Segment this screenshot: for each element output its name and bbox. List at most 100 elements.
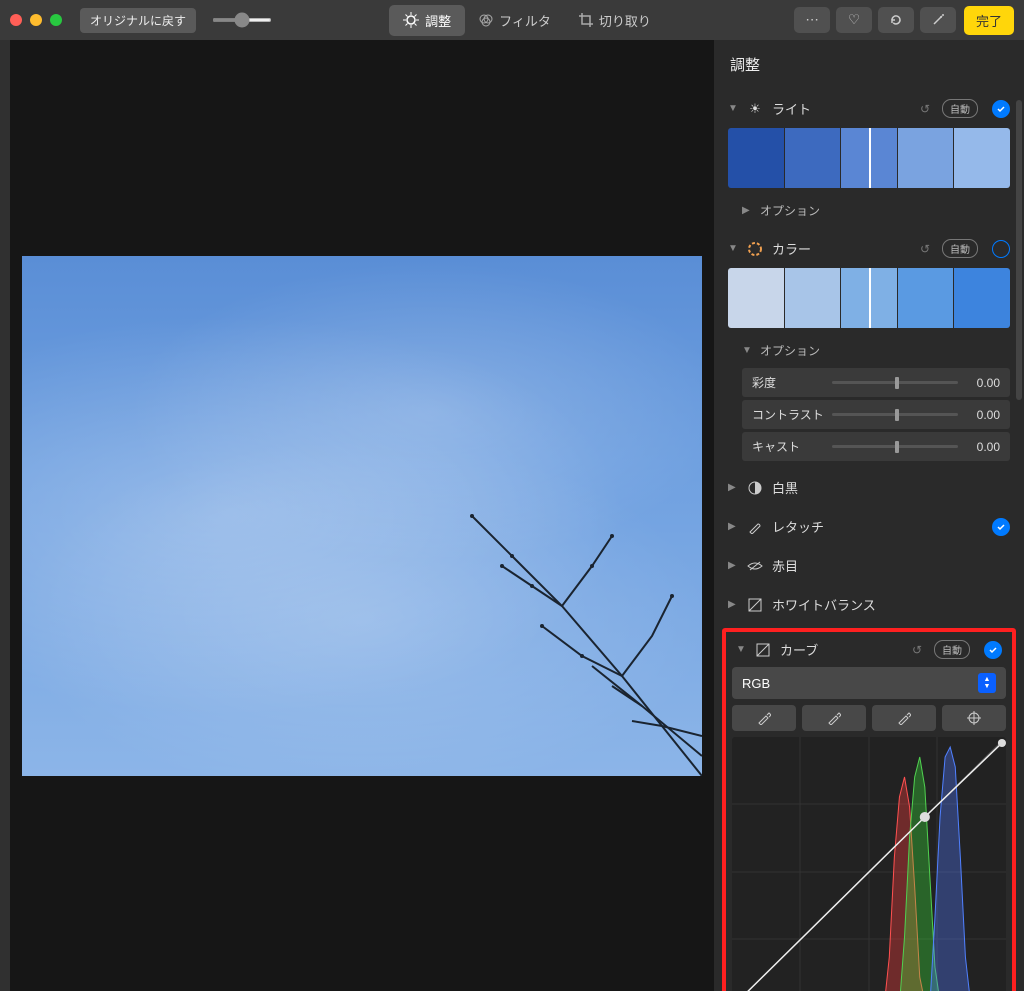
section-redeye: ▶ 赤目 <box>714 546 1024 585</box>
tab-filter[interactable]: フィルタ <box>465 5 565 36</box>
light-icon: ☀ <box>746 101 764 117</box>
section-color: ▼ カラー ↺ 自動 ▼ オプション 彩度 0.00 コントラスト <box>714 229 1024 468</box>
curves-graph[interactable] <box>732 737 1006 991</box>
rotate-button[interactable] <box>878 7 914 33</box>
section-redeye-header[interactable]: ▶ 赤目 <box>728 550 1010 581</box>
saturation-label: 彩度 <box>752 374 832 391</box>
contrast-value: 0.00 <box>958 408 1000 422</box>
section-curves-header[interactable]: ▼ カーブ ↺ 自動 <box>732 638 1006 661</box>
toolbar-actions: ⋯ ♡ <box>794 7 956 33</box>
section-light-label: ライト <box>772 99 912 118</box>
redeye-icon <box>746 560 764 572</box>
panel-title: 調整 <box>714 40 1024 89</box>
fullscreen-window-button[interactable] <box>50 14 62 26</box>
color-auto-button[interactable]: 自動 <box>942 239 978 258</box>
favorite-button[interactable]: ♡ <box>836 7 872 33</box>
revert-to-original-button[interactable]: オリジナルに戻す <box>80 8 196 33</box>
eyedropper-icon <box>757 711 771 725</box>
cast-value: 0.00 <box>958 440 1000 454</box>
cast-slider-row[interactable]: キャスト 0.00 <box>742 432 1010 461</box>
chevron-right-icon: ▶ <box>742 205 752 216</box>
light-options-toggle[interactable]: ▶ オプション <box>728 196 1010 225</box>
ellipsis-icon: ⋯ <box>805 12 818 28</box>
wand-icon <box>931 13 945 27</box>
saturation-slider[interactable] <box>832 381 958 384</box>
auto-enhance-button[interactable] <box>920 7 956 33</box>
retouch-toggle[interactable] <box>992 518 1010 536</box>
light-auto-button[interactable]: 自動 <box>942 99 978 118</box>
tab-filter-label: フィルタ <box>499 11 551 30</box>
close-window-button[interactable] <box>10 14 22 26</box>
tab-adjust-label: 調整 <box>425 11 451 30</box>
adjust-icon <box>403 12 419 28</box>
curves-auto-button[interactable]: 自動 <box>934 640 970 659</box>
color-toggle[interactable] <box>992 240 1010 258</box>
saturation-value: 0.00 <box>958 376 1000 390</box>
chevron-down-icon: ▼ <box>742 345 752 356</box>
curves-channel-select[interactable]: RGB ▲▼ <box>732 667 1006 699</box>
eyedropper-gray-button[interactable] <box>802 705 866 731</box>
window-controls <box>10 14 62 26</box>
main-area: 調整 ▼ ☀ ライト ↺ 自動 ▶ オプション ▼ <box>0 40 1024 991</box>
curves-icon <box>754 643 772 657</box>
contrast-slider-row[interactable]: コントラスト 0.00 <box>742 400 1010 429</box>
eyedropper-row <box>732 705 1006 731</box>
tab-crop-label: 切り取り <box>599 11 651 30</box>
done-button[interactable]: 完了 <box>964 6 1014 35</box>
section-light: ▼ ☀ ライト ↺ 自動 ▶ オプション <box>714 89 1024 229</box>
tab-crop[interactable]: 切り取り <box>565 5 665 36</box>
minimize-window-button[interactable] <box>30 14 42 26</box>
chevron-down-icon: ▼ <box>736 644 746 655</box>
chevron-right-icon: ▶ <box>728 521 738 532</box>
zoom-slider[interactable] <box>212 18 272 22</box>
chevron-down-icon: ▼ <box>728 243 738 254</box>
eyedropper-white-button[interactable] <box>872 705 936 731</box>
section-retouch-label: レタッチ <box>772 517 978 536</box>
titlebar: オリジナルに戻す 調整 フィルタ 切り取り ⋯ ♡ 完了 <box>0 0 1024 40</box>
heart-icon: ♡ <box>848 12 860 28</box>
section-whitebalance: ▶ ホワイトバランス <box>714 585 1024 624</box>
contrast-slider[interactable] <box>832 413 958 416</box>
eyedropper-black-button[interactable] <box>732 705 796 731</box>
canvas-area <box>0 40 714 991</box>
color-icon <box>746 242 764 256</box>
bw-icon <box>746 481 764 495</box>
reset-icon[interactable]: ↺ <box>912 643 922 657</box>
scrollbar[interactable] <box>1016 100 1022 400</box>
reset-icon[interactable]: ↺ <box>920 242 930 256</box>
whitebalance-icon <box>746 598 764 612</box>
contrast-label: コントラスト <box>752 406 832 423</box>
curves-toggle[interactable] <box>984 641 1002 659</box>
edit-mode-tabs: 調整 フィルタ 切り取り <box>389 5 665 36</box>
light-thumbnail-strip[interactable] <box>728 128 1010 188</box>
photo-preview[interactable] <box>22 256 702 776</box>
section-bw-header[interactable]: ▶ 白黒 <box>728 472 1010 503</box>
section-color-header[interactable]: ▼ カラー ↺ 自動 <box>728 233 1010 264</box>
section-wb-header[interactable]: ▶ ホワイトバランス <box>728 589 1010 620</box>
eyedropper-icon <box>827 711 841 725</box>
more-button[interactable]: ⋯ <box>794 7 830 33</box>
chevron-right-icon: ▶ <box>728 599 738 610</box>
filter-icon <box>479 13 493 27</box>
color-thumbnail-strip[interactable] <box>728 268 1010 328</box>
section-bw: ▶ 白黒 <box>714 468 1024 507</box>
cast-slider[interactable] <box>832 445 958 448</box>
select-arrows-icon: ▲▼ <box>978 673 996 693</box>
reset-icon[interactable]: ↺ <box>920 102 930 116</box>
section-light-header[interactable]: ▼ ☀ ライト ↺ 自動 <box>728 93 1010 124</box>
adjustments-sidebar: 調整 ▼ ☀ ライト ↺ 自動 ▶ オプション ▼ <box>714 40 1024 991</box>
section-curves-highlight: ▼ カーブ ↺ 自動 RGB ▲▼ <box>722 628 1016 991</box>
eyedropper-icon <box>897 711 911 725</box>
light-toggle[interactable] <box>992 100 1010 118</box>
target-icon <box>967 711 981 725</box>
chevron-down-icon: ▼ <box>728 103 738 114</box>
section-retouch-header[interactable]: ▶ レタッチ <box>728 511 1010 542</box>
saturation-slider-row[interactable]: 彩度 0.00 <box>742 368 1010 397</box>
section-bw-label: 白黒 <box>772 478 1010 497</box>
section-color-label: カラー <box>772 239 912 258</box>
chevron-right-icon: ▶ <box>728 482 738 493</box>
color-options-toggle[interactable]: ▼ オプション <box>728 336 1010 365</box>
section-curves-label: カーブ <box>780 640 904 659</box>
add-point-button[interactable] <box>942 705 1006 731</box>
tab-adjust[interactable]: 調整 <box>389 5 465 36</box>
